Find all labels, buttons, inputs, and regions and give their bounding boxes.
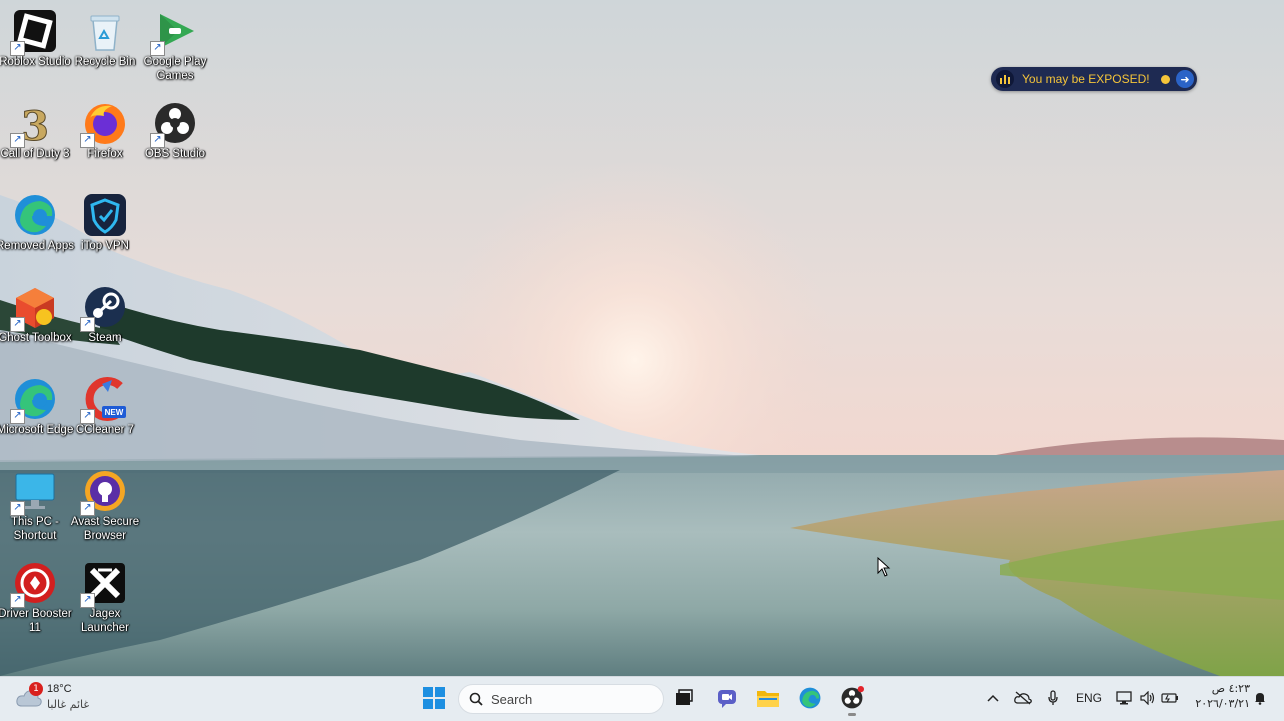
- taskbar-obs-studio[interactable]: [836, 683, 868, 716]
- icon-label: OBS Studio: [144, 148, 206, 160]
- desktop-icon-obs-studio[interactable]: ↗ OBS Studio: [140, 96, 210, 182]
- search-icon: [469, 692, 483, 706]
- icon-label: Microsoft Edge: [0, 424, 74, 436]
- ccleaner-icon: NEW ↗: [80, 376, 128, 424]
- desktop-icon-ghost-toolbox[interactable]: ↗ Ghost Toolbox: [0, 280, 72, 366]
- icon-label: CCleaner 7: [75, 424, 135, 436]
- clock[interactable]: ٤:٢٣ ص ٢٠٢٦/٠٣/٢١: [1184, 681, 1250, 711]
- weather-widget[interactable]: 1 18°C غائم غالبا: [14, 680, 124, 716]
- windows-start-icon: [423, 687, 445, 709]
- obs-studio-icon: ↗: [150, 100, 198, 148]
- arrow-right-icon[interactable]: ➜: [1176, 70, 1194, 88]
- icon-label: Driver Booster 11: [0, 608, 72, 634]
- icon-label: Ghost Toolbox: [0, 332, 72, 344]
- icon-label: Avast Secure Browser: [70, 516, 140, 542]
- desktop-icon-itop-vpn[interactable]: iTop VPN: [70, 188, 140, 274]
- ghost-toolbox-icon: ↗: [10, 284, 58, 332]
- desktop-icon-google-play-games[interactable]: ↗ Google Play Games: [140, 4, 210, 90]
- task-view-icon: [676, 689, 693, 705]
- notification-badge: 1: [29, 682, 43, 696]
- language-indicator[interactable]: ENG: [1074, 684, 1104, 712]
- desktop-icon-firefox[interactable]: ↗ Firefox: [70, 96, 140, 182]
- taskbar-edge[interactable]: [794, 683, 826, 713]
- roblox-studio-icon: ↗: [10, 8, 58, 56]
- clock-time: ٤:٢٣ ص: [1211, 682, 1250, 695]
- volume-icon: [1140, 691, 1155, 705]
- recycle-bin-icon: [82, 8, 128, 54]
- weather-condition: غائم غالبا: [47, 698, 90, 711]
- icon-label: Jagex Launcher: [81, 608, 129, 634]
- meet-icon: [718, 690, 736, 708]
- mouse-cursor-icon: [877, 557, 891, 577]
- icon-label: Recycle Bin: [74, 56, 136, 68]
- network-icon: [1116, 691, 1132, 705]
- firefox-icon: ↗: [80, 100, 128, 148]
- jagex-icon: ↗: [80, 560, 128, 608]
- obs-studio-icon: [841, 686, 864, 709]
- itop-vpn-icon: [82, 192, 128, 238]
- cloud-off-icon: [1014, 691, 1032, 705]
- onedrive-tray-button[interactable]: [1012, 684, 1034, 712]
- notifications-button[interactable]: [1252, 684, 1268, 712]
- bell-icon: [1255, 693, 1265, 705]
- edge-icon: ↗: [10, 376, 58, 424]
- taskbar-search[interactable]: Search: [458, 684, 664, 714]
- avast-browser-icon: ↗: [80, 468, 128, 516]
- search-placeholder: Search: [491, 691, 533, 707]
- status-dot: [1161, 74, 1170, 84]
- desktop-icon-call-of-duty-3[interactable]: 3 ↗ Call of Duty 3: [0, 96, 70, 182]
- task-view-button[interactable]: [668, 683, 700, 713]
- monitor-icon: ↗: [10, 468, 58, 516]
- exposed-warning-text: You may be EXPOSED!: [1022, 72, 1150, 86]
- desktop-icon-removed-apps[interactable]: Removed Apps: [0, 188, 74, 274]
- desktop-icon-ccleaner-7[interactable]: NEW ↗ CCleaner 7: [70, 372, 140, 458]
- taskbar-file-explorer[interactable]: [752, 683, 784, 713]
- desktop-icon-roblox-studio[interactable]: ↗ Roblox Studio: [0, 4, 71, 90]
- edge-icon: [12, 192, 58, 238]
- icon-label: iTop VPN: [81, 240, 129, 252]
- desktop-icon-steam[interactable]: ↗ Steam: [70, 280, 140, 366]
- icon-label: Steam: [88, 332, 122, 344]
- icon-label: Firefox: [87, 148, 123, 160]
- edge-icon: [799, 687, 821, 709]
- chevron-up-icon: [987, 694, 999, 702]
- desktop-icon-microsoft-edge[interactable]: ↗ Microsoft Edge: [0, 372, 73, 458]
- battery-icon: [1161, 693, 1178, 703]
- exposed-warning-widget[interactable]: You may be EXPOSED! ➜: [991, 67, 1197, 91]
- file-explorer-icon: [757, 691, 779, 707]
- clock-date: ٢٠٢٦/٠٣/٢١: [1195, 697, 1250, 710]
- desktop[interactable]: ↗ Roblox Studio Recycle Bin ↗ Google Pla…: [0, 0, 1284, 676]
- desktop-icon-jagex-launcher[interactable]: ↗ Jagex Launcher: [70, 556, 140, 642]
- desktop-icon-driver-booster[interactable]: ↗ Driver Booster 11: [0, 556, 72, 642]
- taskbar-meet-button[interactable]: [711, 683, 743, 713]
- icon-label: This PC - Shortcut: [11, 516, 59, 542]
- icon-label: Removed Apps: [0, 240, 74, 252]
- desktop-icon-this-pc[interactable]: ↗ This PC - Shortcut: [0, 464, 70, 550]
- vpn-warning-icon: [996, 70, 1014, 88]
- weather-temperature: 18°C: [47, 683, 72, 695]
- microphone-tray-button[interactable]: [1044, 684, 1062, 712]
- icon-label: Roblox Studio: [0, 56, 71, 68]
- steam-icon: ↗: [80, 284, 128, 332]
- battery-tray-button[interactable]: [1160, 684, 1180, 712]
- network-tray-button[interactable]: [1114, 684, 1134, 712]
- desktop-icon-avast-secure-browser[interactable]: ↗ Avast Secure Browser: [70, 464, 140, 550]
- show-hidden-icons-button[interactable]: [984, 684, 1002, 712]
- running-indicator: [848, 713, 856, 716]
- icon-label: Google Play Games: [143, 56, 207, 82]
- svg-text:NEW: NEW: [105, 408, 124, 417]
- start-button[interactable]: [418, 683, 450, 713]
- driver-booster-icon: ↗: [10, 560, 58, 608]
- volume-tray-button[interactable]: [1138, 684, 1158, 712]
- desktop-icon-recycle-bin[interactable]: Recycle Bin: [70, 4, 140, 90]
- icon-label: Call of Duty 3: [0, 148, 70, 160]
- microphone-icon: [1048, 690, 1058, 705]
- svg-text:3: 3: [21, 103, 49, 146]
- google-play-games-icon: ↗: [150, 8, 198, 56]
- call-of-duty-icon: 3 ↗: [10, 100, 58, 148]
